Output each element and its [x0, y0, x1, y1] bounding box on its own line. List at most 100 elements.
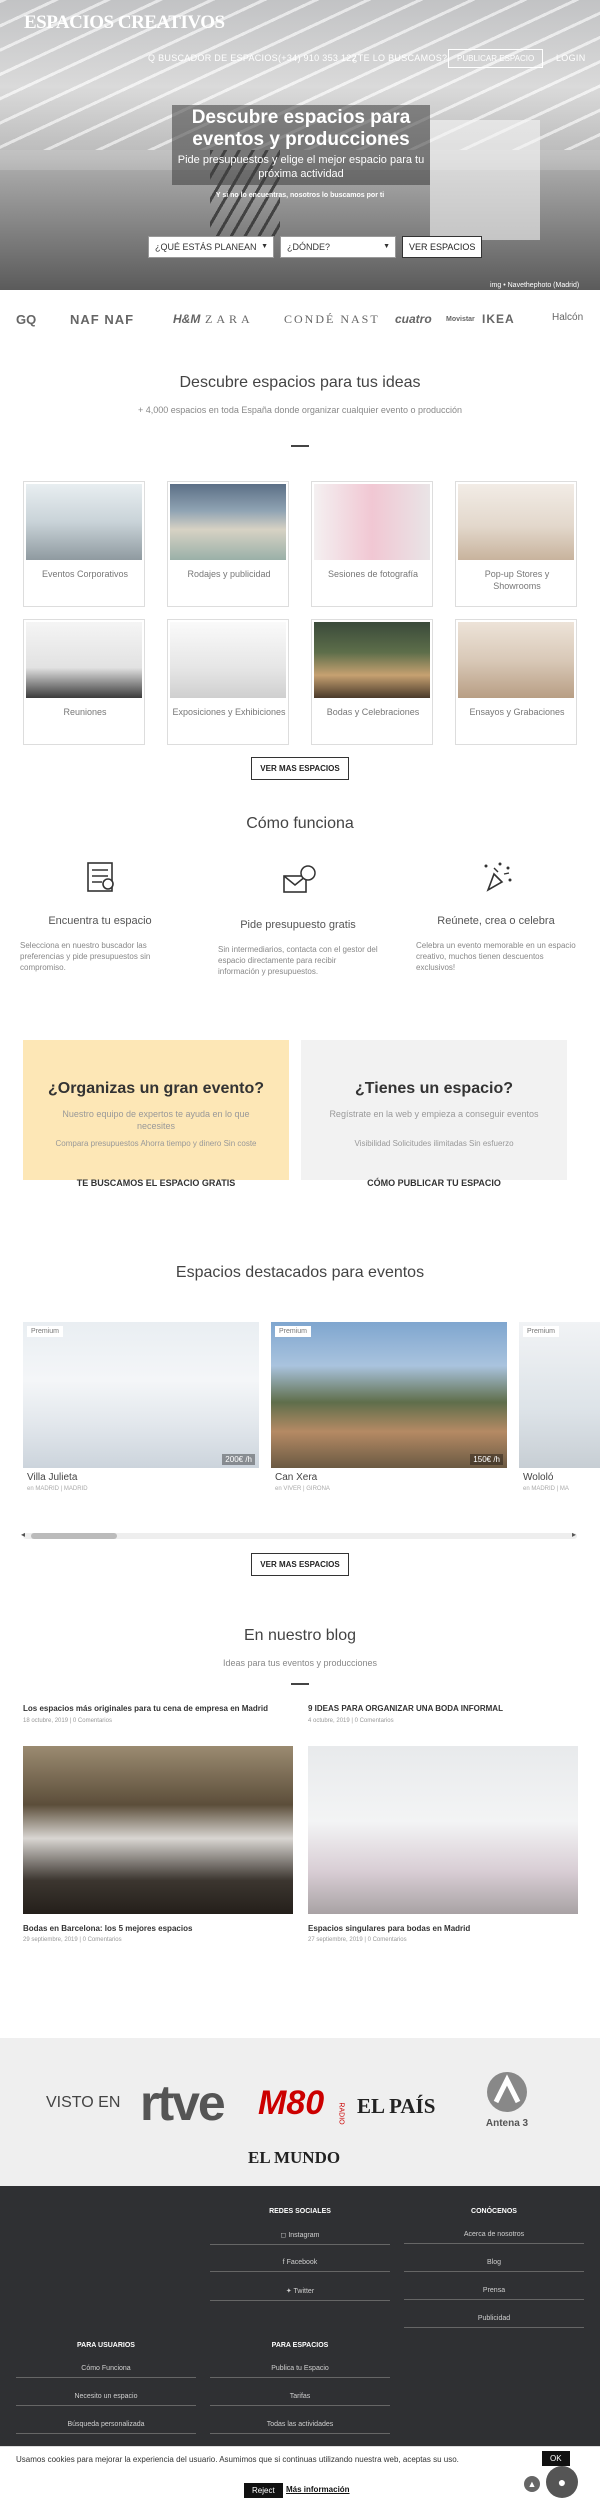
top-nav: ESPACIOS CREATIVOS Q BUSCADOR DE ESPACIO…: [0, 0, 600, 80]
featured-card[interactable]: Premium Wololó en MADRID | MA: [519, 1322, 600, 1502]
blog-post-title[interactable]: Bodas en Barcelona: los 5 mejores espaci…: [23, 1924, 293, 1933]
promo-event-box: ¿Organizas un gran evento? Nuestro equip…: [23, 1040, 289, 1188]
footer-link-label: Facebook: [286, 2259, 318, 2266]
cookie-ok-button[interactable]: OK: [542, 2451, 570, 2466]
blog-post-image[interactable]: [23, 1746, 293, 1914]
hero-title: Descubre espacios para eventos y producc…: [191, 107, 411, 150]
how-step-title: Reúnete, crea o celebra: [437, 915, 555, 927]
price-tag: 150€ /h: [470, 1454, 503, 1465]
footer-link[interactable]: Blog: [404, 2254, 584, 2272]
scroll-left-icon[interactable]: ◂: [21, 1530, 25, 1539]
blog-post-title[interactable]: Espacios singulares para bodas en Madrid: [308, 1924, 578, 1933]
brand-logo: Halcón: [552, 312, 584, 323]
footer-link[interactable]: Búsqueda personalizada: [16, 2416, 196, 2434]
cookie-reject-button[interactable]: Reject: [244, 2483, 283, 2498]
blog-title: En nuestro blog: [243, 1627, 357, 1644]
event-type-select[interactable]: ¿QUÉ ESTÁS PLANEAN ▼: [148, 236, 274, 258]
twitter-icon: ✦: [285, 2288, 294, 2295]
blog-post-title[interactable]: 9 IDEAS PARA ORGANIZAR UNA BODA INFORMAL: [308, 1704, 578, 1713]
nav-find-link[interactable]: ¿TE LO BUSCAMOS?: [352, 53, 447, 63]
carousel-scrollbar[interactable]: [23, 1533, 577, 1539]
confetti-icon: [484, 862, 512, 892]
scroll-top-icon[interactable]: ▲: [524, 2476, 540, 2492]
location-select[interactable]: ¿DÓNDE? ▼: [280, 236, 396, 258]
footer-link-label: Instagram: [288, 2232, 320, 2239]
footer-link[interactable]: Prensa: [404, 2282, 584, 2300]
featured-image: [23, 1322, 259, 1468]
rtve-logo: rtve: [140, 2075, 226, 2131]
blog-post-date: 29 septiembre, 2019 | 0 Comentarios: [23, 1937, 122, 1943]
scroll-right-icon[interactable]: ▸: [572, 1530, 576, 1539]
category-label: Pop-up Stores y Showrooms: [484, 569, 550, 591]
featured-image: [271, 1322, 507, 1468]
footer-link[interactable]: Acerca de nosotros: [404, 2226, 584, 2244]
hero-note: Y si no lo encuentras, nosotros lo busca…: [215, 192, 385, 199]
category-image: [170, 622, 286, 698]
scrollbar-thumb[interactable]: [31, 1533, 117, 1539]
category-image: [314, 484, 430, 560]
category-card[interactable]: Reuniones: [23, 619, 145, 745]
category-card[interactable]: Rodajes y publicidad: [167, 481, 289, 607]
how-title: Cómo funciona: [246, 815, 354, 832]
promo-desc: Nuestro equipo de expertos te ayuda en l…: [62, 1109, 250, 1131]
how-step-desc: Selecciona en nuestro buscador las prefe…: [20, 941, 151, 972]
login-link[interactable]: LOGIN: [556, 53, 586, 63]
publish-button[interactable]: PUBLICAR ESPACIO: [448, 49, 544, 68]
see-spaces-button[interactable]: VER ESPACIOS: [402, 236, 483, 258]
elpais-logo: EL PAÍS: [357, 2094, 436, 2118]
see-more-featured-button[interactable]: VER MAS ESPACIOS: [251, 1553, 349, 1576]
category-card[interactable]: Ensayos y Grabaciones: [455, 619, 577, 745]
brand-strip: GQ NAF NAF H&M ZARA CONDÉ NAST cuatro Mo…: [0, 300, 600, 342]
category-image: [26, 484, 142, 560]
footer-link[interactable]: Todas las actividades: [210, 2416, 390, 2434]
footer-link-instagram[interactable]: ◻ Instagram: [210, 2226, 390, 2245]
search-list-icon: [87, 862, 114, 892]
footer-link-twitter[interactable]: ✦ Twitter: [210, 2282, 390, 2301]
category-card[interactable]: Pop-up Stores y Showrooms: [455, 481, 577, 607]
how-step: Encuentra tu espacio Selecciona en nuest…: [20, 860, 180, 980]
blog-post-title[interactable]: Los espacios más originales para tu cena…: [23, 1704, 293, 1713]
how-to-publish-link[interactable]: CÓMO PUBLICAR TU ESPACIO: [301, 1178, 567, 1192]
footer-link[interactable]: Tarifas: [210, 2388, 390, 2406]
nav-search-link[interactable]: Q BUSCADOR DE ESPACIOS: [148, 53, 278, 63]
footer-link[interactable]: Cómo Funciona: [16, 2360, 196, 2378]
category-card[interactable]: Eventos Corporativos: [23, 481, 145, 607]
footer-link[interactable]: Publicidad: [404, 2310, 584, 2328]
brand-logo: IKEA: [482, 312, 515, 326]
find-space-free-link[interactable]: TE BUSCAMOS EL ESPACIO GRATIS: [23, 1178, 289, 1192]
category-label: Eventos Corporativos: [41, 569, 129, 579]
chat-bubble-icon[interactable]: ●: [546, 2466, 578, 2498]
nav-phone[interactable]: (+34) 910 353 122: [278, 53, 357, 63]
how-step: Pide presupuesto gratis Sin intermediari…: [218, 864, 378, 984]
category-image: [458, 622, 574, 698]
cookie-text: Usamos cookies para mejorar la experienc…: [16, 2455, 459, 2464]
blog-post-image[interactable]: [308, 1746, 578, 1914]
category-card[interactable]: Bodas y Celebraciones: [311, 619, 433, 745]
footer-link-label: Twitter: [293, 2288, 315, 2295]
footer-social-title: REDES SOCIALES: [269, 2208, 331, 2215]
footer-link-facebook[interactable]: f Facebook: [210, 2254, 390, 2272]
press-label: VISTO EN: [46, 2094, 121, 2111]
chevron-down-icon: ▼: [261, 243, 268, 250]
hero-doorway-bg: [430, 120, 540, 240]
featured-meta: en MADRID | MA: [523, 1486, 569, 1492]
cookie-more-link[interactable]: Más información: [286, 2485, 350, 2494]
event-type-value: ¿QUÉ ESTÁS PLANEAN: [155, 242, 257, 252]
logo[interactable]: ESPACIOS CREATIVOS: [24, 12, 225, 34]
see-more-spaces-button[interactable]: VER MAS ESPACIOS: [251, 757, 349, 780]
chevron-down-icon: ▼: [383, 243, 390, 250]
brand-logo: ZARA: [205, 312, 254, 326]
category-image: [26, 622, 142, 698]
category-label: Bodas y Celebraciones: [326, 707, 420, 717]
footer-link[interactable]: Publica tu Espacio: [210, 2360, 390, 2378]
footer-link[interactable]: Necesito un espacio: [16, 2388, 196, 2406]
blog-post-date: 4 octubre, 2019 | 0 Comentarios: [308, 1718, 394, 1724]
premium-badge: Premium: [27, 1326, 64, 1337]
brand-logo: H&M: [173, 312, 201, 326]
category-card[interactable]: Exposiciones y Exhibiciones: [167, 619, 289, 745]
discover-title: Descubre espacios para tus ideas: [179, 374, 421, 391]
promo-checks: Visibilidad Solicitudes ilimitadas Sin e…: [354, 1139, 514, 1148]
m80-logo: M80: [258, 2084, 325, 2122]
footer-spaces-title: PARA ESPACIOS: [271, 2342, 329, 2349]
category-card[interactable]: Sesiones de fotografía: [311, 481, 433, 607]
